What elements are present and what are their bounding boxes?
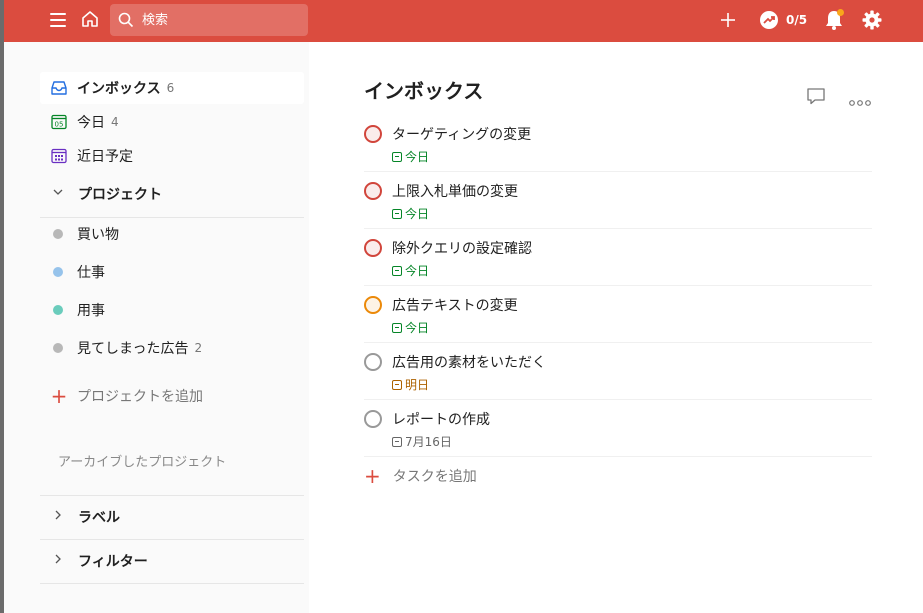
task-due-label: 今日 (405, 321, 430, 335)
chevron-right-icon (52, 553, 66, 569)
task-checkbox[interactable] (364, 239, 382, 257)
task-row[interactable]: 上限入札単価の変更 今日 (364, 172, 872, 229)
menu-icon[interactable] (50, 11, 68, 29)
chevron-down-icon (52, 186, 66, 202)
sidebar-item-label: 見てしまった広告 (77, 341, 189, 357)
archived-projects-link[interactable]: アーカイブしたプロジェクト (58, 451, 226, 470)
sidebar-item-project[interactable]: 用事 (40, 294, 304, 326)
search-input[interactable] (142, 11, 292, 29)
project-color-dot (53, 229, 63, 239)
add-project-label: プロジェクトを追加 (77, 389, 203, 405)
sidebar-item-label: 近日予定 (77, 149, 133, 165)
sidebar-item-count: 6 (166, 81, 175, 95)
search-icon (118, 12, 134, 28)
sidebar-item-count: 4 (111, 115, 119, 129)
task-due-label: 7月16日 (405, 435, 452, 449)
sidebar-item-project[interactable]: 仕事 (40, 256, 304, 288)
sidebar-item-project[interactable]: 見てしまった広告 2 (40, 332, 304, 364)
task-row[interactable]: 広告用の素材をいただく 明日 (364, 343, 872, 400)
plus-icon: + (364, 464, 381, 488)
add-task-label: タスクを追加 (392, 469, 477, 485)
divider (40, 583, 304, 584)
task-checkbox[interactable] (364, 353, 382, 371)
comment-icon[interactable] (806, 86, 826, 110)
task-title: 広告テキストの変更 (392, 298, 518, 314)
labels-heading: ラベル (78, 510, 120, 526)
sidebar-item-today[interactable]: 05 今日 4 (40, 106, 304, 138)
plus-icon: + (50, 384, 68, 408)
task-checkbox[interactable] (364, 410, 382, 428)
divider (40, 539, 304, 540)
task-due-date: 明日 (392, 376, 429, 393)
filters-heading: フィルター (78, 554, 148, 570)
main-content: インボックス ターゲティングの変更 今日 上限入札単価の変更 今日 除外クエリの… (309, 42, 923, 613)
add-task-button[interactable]: + タスクを追加 (364, 466, 477, 486)
sidebar-item-upcoming[interactable]: 近日予定 (40, 140, 304, 172)
top-bar: 0/5 (4, 0, 923, 42)
calendar-icon (392, 265, 402, 276)
karma-progress[interactable]: 0/5 (786, 13, 807, 27)
calendar-icon (392, 322, 402, 333)
inbox-icon (50, 79, 68, 97)
calendar-icon (392, 436, 402, 447)
projects-section-toggle[interactable]: プロジェクト (40, 174, 304, 214)
task-due-date: 今日 (392, 205, 429, 222)
task-due-label: 今日 (405, 150, 430, 164)
filters-section-toggle[interactable]: フィルター (40, 541, 304, 581)
calendar-grid-icon (50, 147, 68, 165)
gear-icon[interactable] (862, 10, 882, 34)
task-title: 広告用の素材をいただく (392, 355, 546, 371)
task-title: ターゲティングの変更 (392, 127, 532, 143)
task-due-label: 明日 (405, 378, 430, 392)
task-due-date: 7月16日 (392, 433, 452, 450)
project-color-dot (53, 343, 63, 353)
sidebar-item-label: 仕事 (77, 265, 105, 281)
sidebar-item-label: インボックス (77, 81, 161, 97)
task-due-date: 今日 (392, 148, 429, 165)
project-color-dot (53, 267, 63, 277)
sidebar: インボックス 6 05 今日 4 近日予定 プロジェクト 買い物 仕事 用事 見… (4, 42, 309, 613)
sidebar-item-project[interactable]: 買い物 (40, 218, 304, 250)
task-due-label: 今日 (405, 207, 430, 221)
more-options-icon[interactable] (849, 92, 871, 111)
labels-section-toggle[interactable]: ラベル (40, 497, 304, 537)
sidebar-item-inbox[interactable]: インボックス 6 (40, 72, 304, 104)
task-checkbox[interactable] (364, 125, 382, 143)
task-row[interactable]: 広告テキストの変更 今日 (364, 286, 872, 343)
task-row[interactable]: レポートの作成 7月16日 (364, 400, 872, 457)
task-row[interactable]: 除外クエリの設定確認 今日 (364, 229, 872, 286)
search-box[interactable] (110, 4, 308, 36)
add-project-button[interactable]: + プロジェクトを追加 (40, 380, 304, 412)
sidebar-item-count: 2 (194, 341, 203, 355)
svg-text:05: 05 (55, 121, 64, 129)
home-icon[interactable] (80, 9, 102, 31)
projects-heading: プロジェクト (78, 187, 162, 203)
add-icon[interactable] (718, 10, 738, 34)
task-due-date: 今日 (392, 319, 429, 336)
chevron-right-icon (52, 509, 66, 525)
task-due-date: 今日 (392, 262, 429, 279)
task-checkbox[interactable] (364, 182, 382, 200)
calendar-icon (392, 208, 402, 219)
sidebar-item-label: 用事 (77, 303, 105, 319)
calendar-icon (392, 151, 402, 162)
task-title: レポートの作成 (392, 412, 490, 428)
project-color-dot (53, 305, 63, 315)
page-title: インボックス (364, 79, 484, 103)
task-title: 上限入札単価の変更 (392, 184, 518, 200)
sidebar-item-label: 今日 (77, 115, 105, 131)
calendar-icon (392, 379, 402, 390)
sidebar-item-label: 買い物 (77, 227, 119, 243)
karma-icon[interactable] (758, 9, 780, 35)
task-row[interactable]: ターゲティングの変更 今日 (364, 115, 872, 172)
notification-dot (837, 9, 844, 16)
task-due-label: 今日 (405, 264, 430, 278)
task-checkbox[interactable] (364, 296, 382, 314)
calendar-today-icon: 05 (50, 113, 68, 131)
divider (40, 495, 304, 496)
task-title: 除外クエリの設定確認 (392, 241, 532, 257)
